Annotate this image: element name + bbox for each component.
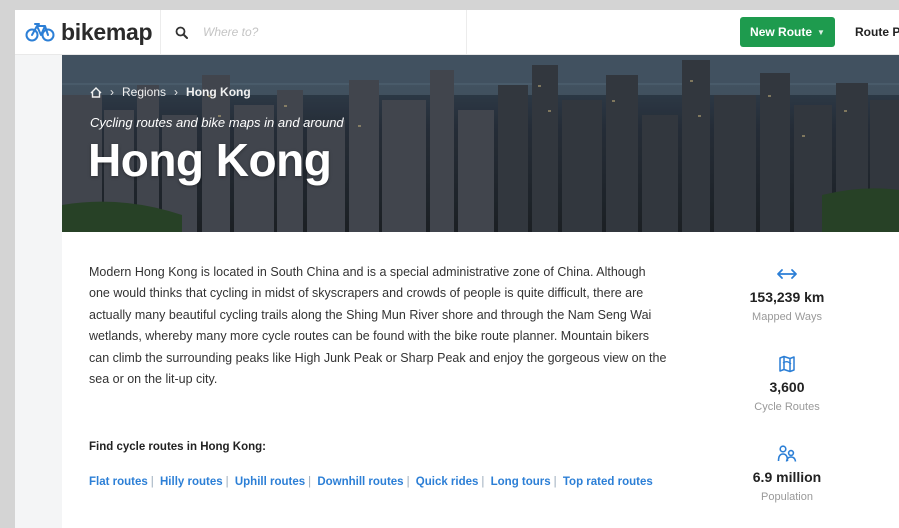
home-icon[interactable]	[90, 86, 102, 98]
chevron-down-icon: ▼	[817, 27, 825, 37]
page-title: Hong Kong	[88, 134, 332, 186]
new-route-label: New Route	[750, 25, 813, 39]
top-navbar: bikemap New Route ▼ Route P	[15, 10, 899, 55]
search-icon[interactable]	[161, 26, 201, 39]
new-route-button[interactable]: New Route ▼	[740, 17, 835, 47]
hilly-routes-link[interactable]: Hilly routes	[160, 476, 223, 488]
stat-value: 3,600	[769, 379, 805, 395]
breadcrumb-separator: ›	[174, 85, 179, 99]
stat-label: Population	[761, 491, 813, 503]
stat-label: Cycle Routes	[754, 401, 820, 413]
map-icon	[778, 354, 796, 374]
breadcrumb-regions-link[interactable]: Regions	[122, 85, 166, 99]
stat-cycle-routes: 3,600 Cycle Routes	[731, 354, 843, 444]
downhill-routes-link[interactable]: Downhill routes	[317, 476, 403, 488]
stat-value: 6.9 million	[752, 469, 822, 485]
breadcrumb-separator: ›	[110, 85, 114, 99]
hero-banner: › Regions › Hong Kong Cycling routes and…	[62, 55, 899, 232]
region-stats: 153,239 km Mapped Ways 3,600 Cycle Route…	[731, 264, 843, 528]
long-tours-link[interactable]: Long tours	[491, 476, 551, 488]
logo[interactable]: bikemap	[15, 10, 161, 54]
stat-value: 153,239 km	[749, 289, 825, 305]
find-routes-heading: Find cycle routes in Hong Kong:	[89, 441, 266, 453]
logo-text: bikemap	[61, 18, 153, 45]
page: bikemap New Route ▼ Route P	[15, 10, 899, 528]
arrows-horizontal-icon	[776, 264, 798, 284]
top-rated-routes-link[interactable]: Top rated routes	[563, 476, 653, 488]
stat-mapped-ways: 153,239 km Mapped Ways	[731, 264, 843, 354]
route-planner-link[interactable]: Route P	[855, 25, 899, 39]
breadcrumb: › Regions › Hong Kong	[90, 85, 251, 99]
breadcrumb-current: Hong Kong	[186, 85, 251, 99]
quick-rides-link[interactable]: Quick rides	[416, 476, 479, 488]
stat-label: Mapped Ways	[752, 311, 822, 323]
region-description: Modern Hong Kong is located in South Chi…	[89, 265, 667, 387]
bicycle-icon	[25, 23, 55, 42]
left-sidebar-strip	[15, 55, 62, 528]
search-input[interactable]	[201, 24, 435, 40]
route-filter-links: Flat routes | Hilly routes | Uphill routes…	[89, 476, 653, 488]
stat-population: 6.9 million Population	[731, 444, 843, 528]
flat-routes-link[interactable]: Flat routes	[89, 476, 148, 488]
search-bar	[161, 10, 467, 54]
hero-subtitle: Cycling routes and bike maps in and arou…	[90, 115, 344, 130]
uphill-routes-link[interactable]: Uphill routes	[235, 476, 305, 488]
people-icon	[777, 444, 797, 464]
